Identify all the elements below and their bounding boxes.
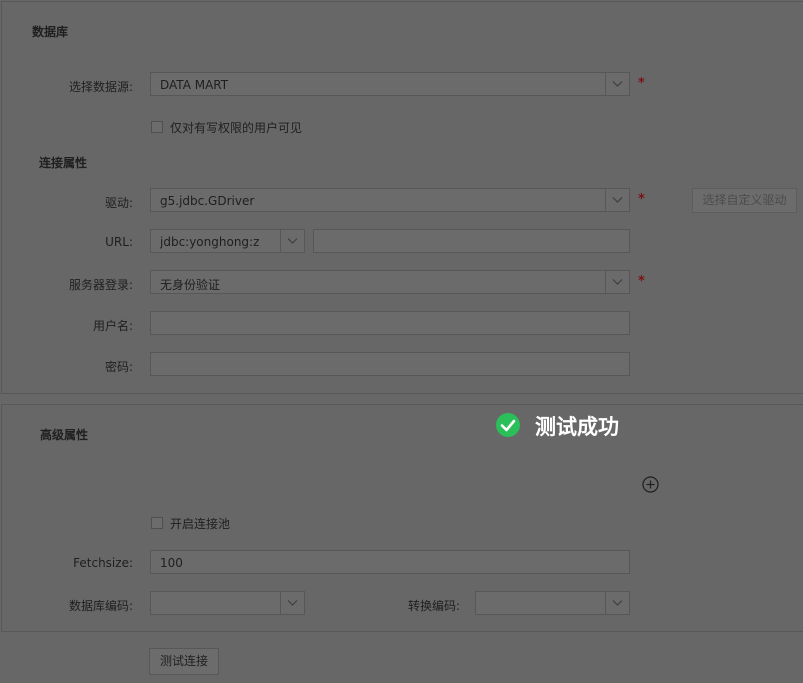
url-prefix-select[interactable]: jdbc:yonghong:z bbox=[150, 229, 305, 253]
server-login-label: 服务器登录: bbox=[68, 278, 133, 292]
driver-dropdown-button[interactable] bbox=[605, 189, 629, 211]
driver-value: g5.jdbc.GDriver bbox=[160, 194, 255, 208]
chevron-down-icon bbox=[287, 238, 298, 244]
url-prefix-dropdown-button[interactable] bbox=[280, 230, 304, 252]
datasource-select[interactable]: DATA MART bbox=[150, 72, 630, 96]
convert-encoding-select[interactable] bbox=[475, 591, 630, 615]
server-login-dropdown-button[interactable] bbox=[605, 271, 629, 293]
db-encoding-select[interactable] bbox=[150, 591, 305, 615]
datasource-label: 选择数据源: bbox=[68, 80, 133, 94]
db-encoding-label: 数据库编码: bbox=[68, 599, 133, 613]
plus-circle-icon[interactable] bbox=[641, 475, 660, 494]
chevron-down-icon bbox=[612, 600, 623, 606]
fetchsize-label: Fetchsize: bbox=[73, 556, 133, 570]
chevron-down-icon bbox=[612, 81, 623, 87]
toast-message: 测试成功 bbox=[535, 415, 619, 439]
connection-pool-checkbox[interactable] bbox=[151, 517, 163, 529]
url-input[interactable] bbox=[313, 229, 630, 253]
server-login-required-mark: * bbox=[638, 274, 645, 289]
datasource-required-mark: * bbox=[638, 76, 645, 91]
custom-driver-button[interactable]: 选择自定义驱动 bbox=[692, 188, 797, 213]
db-encoding-dropdown-button[interactable] bbox=[280, 592, 304, 614]
connection-pool-label: 开启连接池 bbox=[170, 517, 231, 531]
advanced-section-title: 高级属性 bbox=[40, 428, 89, 442]
test-connection-button[interactable]: 测试连接 bbox=[149, 648, 219, 675]
chevron-down-icon bbox=[612, 197, 623, 203]
write-only-label: 仅对有写权限的用户可见 bbox=[170, 121, 303, 135]
url-prefix-value: jdbc:yonghong:z bbox=[160, 235, 260, 249]
username-label: 用户名: bbox=[92, 319, 133, 333]
write-only-checkbox[interactable] bbox=[151, 121, 163, 133]
fetchsize-value: 100 bbox=[160, 556, 183, 570]
chevron-down-icon bbox=[612, 279, 623, 285]
server-login-value: 无身份验证 bbox=[160, 278, 221, 292]
driver-label: 驱动: bbox=[104, 196, 133, 210]
username-input[interactable] bbox=[150, 311, 630, 335]
convert-encoding-dropdown-button[interactable] bbox=[605, 592, 629, 614]
fetchsize-input[interactable]: 100 bbox=[150, 550, 630, 574]
driver-select[interactable]: g5.jdbc.GDriver bbox=[150, 188, 630, 212]
database-section-title: 数据库 bbox=[32, 25, 69, 39]
datasource-value: DATA MART bbox=[160, 78, 229, 92]
connection-section-title: 连接属性 bbox=[39, 156, 88, 170]
password-label: 密码: bbox=[104, 360, 133, 374]
check-circle-icon bbox=[496, 413, 520, 437]
chevron-down-icon bbox=[287, 600, 298, 606]
password-input[interactable] bbox=[150, 352, 630, 376]
convert-encoding-label: 转换编码: bbox=[407, 599, 460, 613]
server-login-select[interactable]: 无身份验证 bbox=[150, 270, 630, 294]
datasource-dropdown-button[interactable] bbox=[605, 73, 629, 95]
url-label: URL: bbox=[105, 235, 133, 249]
driver-required-mark: * bbox=[638, 192, 645, 207]
